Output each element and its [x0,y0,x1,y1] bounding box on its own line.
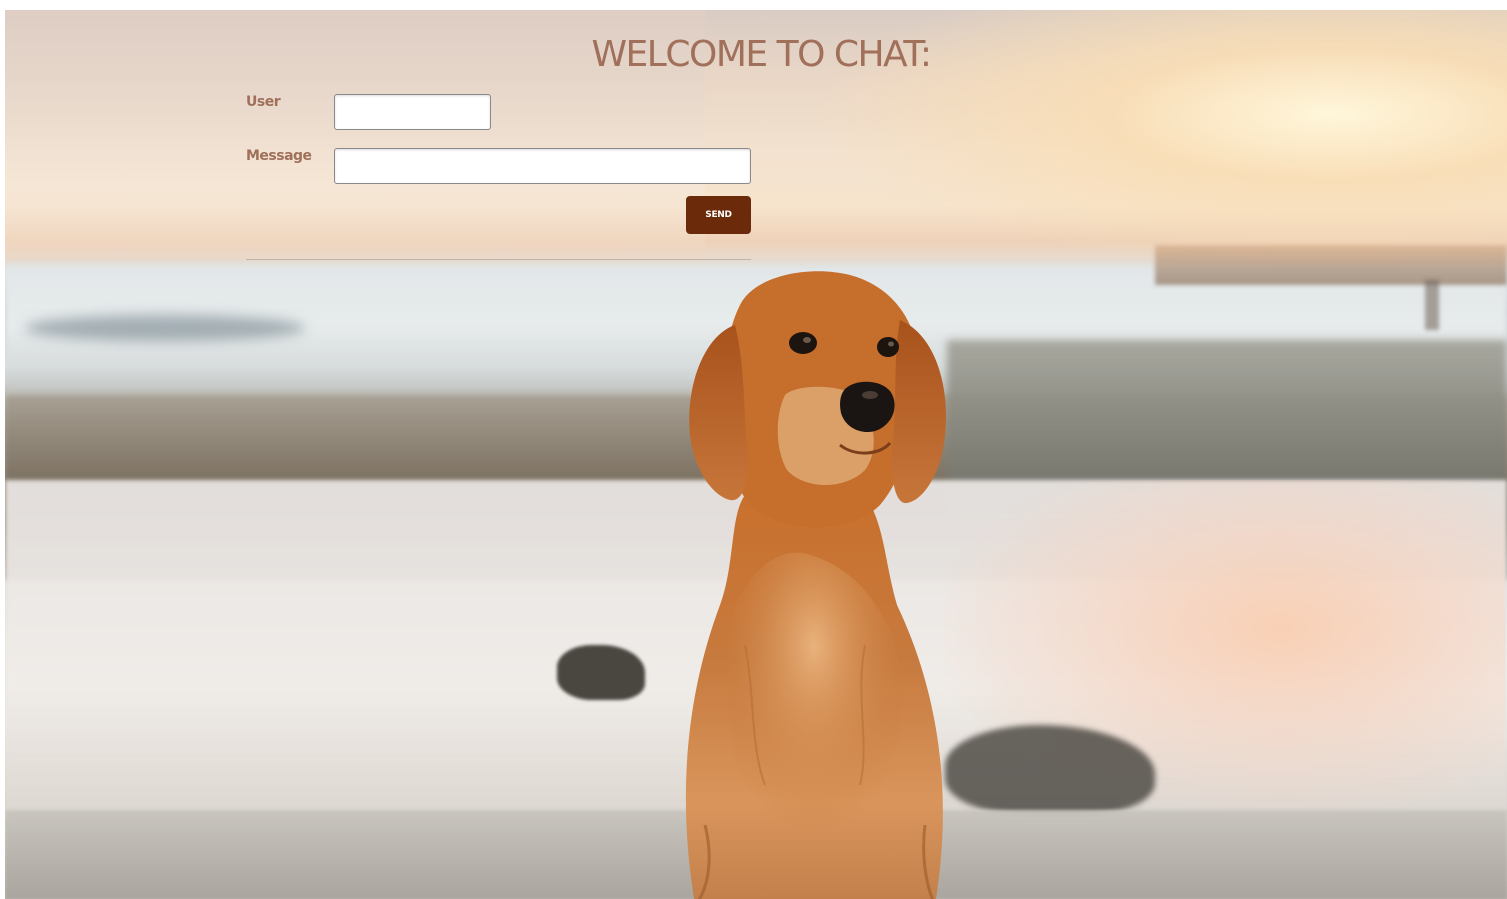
message-label: Message [246,148,312,164]
pier-leg [1425,280,1439,330]
rock [557,645,645,700]
divider [246,259,751,260]
user-label: User [246,94,281,110]
page-title: WELCOME TO CHAT: [591,34,932,75]
golden-retriever-illustration [685,271,946,899]
user-input[interactable] [334,94,491,130]
send-button[interactable]: SEND [686,196,751,234]
wave-shadow [25,315,305,341]
chat-form: WELCOME TO CHAT: User Message SEND [0,0,1507,270]
message-input[interactable] [334,148,751,184]
